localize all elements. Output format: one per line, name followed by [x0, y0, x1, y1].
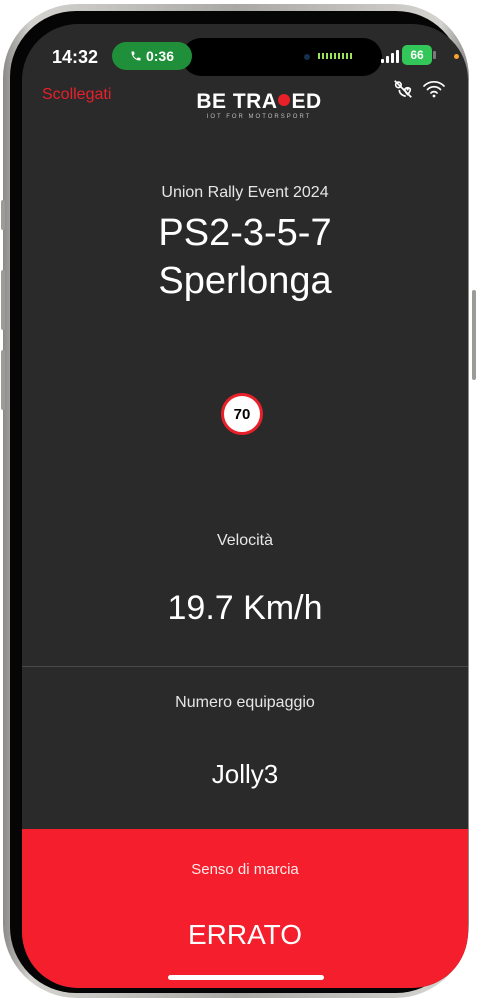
camera-dot	[304, 54, 310, 60]
stage-location: Sperlonga	[158, 260, 332, 302]
section-divider	[22, 666, 468, 667]
logo-tagline: IOT FOR MOTORSPORT	[206, 114, 312, 120]
home-indicator[interactable]	[168, 975, 324, 980]
call-duration: 0:36	[145, 48, 175, 64]
signal-icon	[381, 49, 399, 63]
battery-level: 66	[410, 48, 424, 62]
wifi-icon[interactable]	[422, 79, 446, 99]
phone-icon	[131, 51, 141, 61]
privacy-indicator	[454, 54, 459, 59]
direction-status: ERRATO	[187, 919, 303, 950]
phone-device: 14:32 0:36 66 Scollegati BE TRA ED IOT FO…	[0, 0, 477, 1002]
logo-text-part1: BE TRA	[196, 90, 278, 113]
crew-number-value: Jolly3	[211, 759, 279, 789]
action-button	[1, 200, 5, 230]
volume-up-button	[1, 270, 5, 330]
speed-value: 19.7 Km/h	[167, 589, 323, 627]
stage-code: PS2-3-5-7	[158, 212, 332, 254]
crew-number-label: Numero equipaggio	[175, 694, 315, 711]
speed-limit-value: 70	[233, 405, 251, 423]
logo-text: BE TRA ED	[184, 90, 334, 114]
logo-dot-icon	[278, 94, 291, 106]
app-logo: BE TRA ED IOT FOR MOTORSPORT	[184, 90, 334, 120]
direction-panel: Senso di marcia ERRATO	[22, 829, 468, 988]
volume-down-button	[1, 350, 5, 410]
logo-text-part2: ED	[291, 90, 322, 113]
audio-level-indicator	[318, 53, 354, 59]
battery-tip	[433, 51, 436, 59]
battery-icon: 66	[402, 45, 432, 65]
event-name: Union Rally Event 2024	[161, 184, 329, 201]
status-time: 14:32	[52, 47, 99, 67]
stage-title: PS2-3-5-7 Sperlonga	[22, 209, 468, 305]
direction-label: Senso di marcia	[191, 861, 299, 878]
speed-limit-sign: 70	[221, 393, 263, 435]
gps-off-icon[interactable]	[392, 78, 414, 100]
power-button	[472, 290, 476, 380]
disconnect-button[interactable]: Scollegati	[42, 86, 111, 104]
speed-label: Velocità	[216, 532, 274, 549]
app-screen: 14:32 0:36 66 Scollegati BE TRA ED IOT FO…	[22, 24, 468, 988]
call-indicator[interactable]: 0:36	[112, 42, 192, 70]
